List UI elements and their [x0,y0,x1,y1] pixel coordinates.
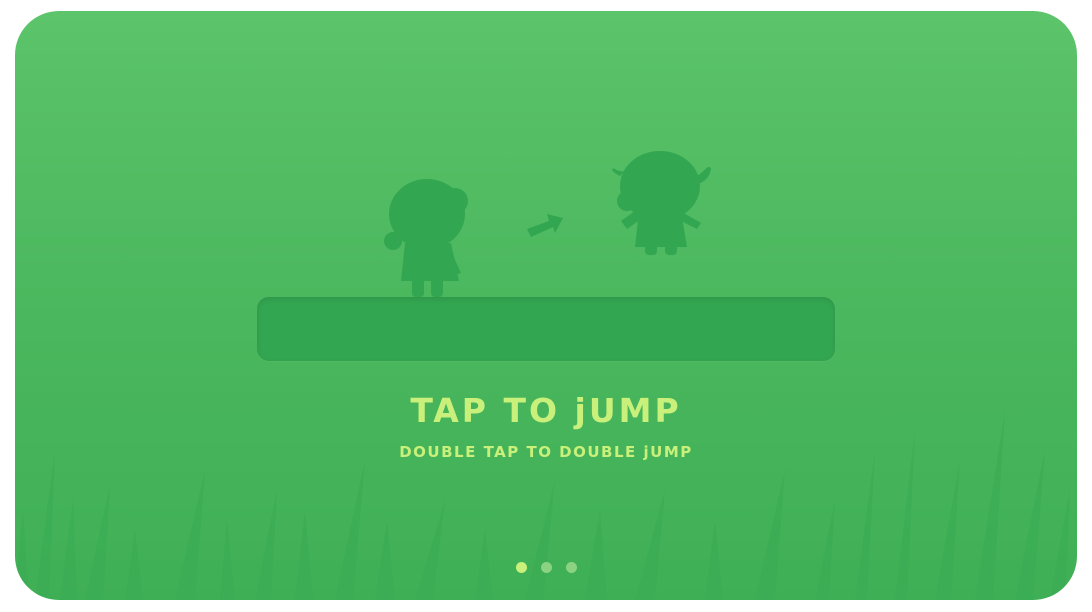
arrow-icon [527,214,563,237]
page-dot-3[interactable] [565,562,577,573]
page-dot-1[interactable] [515,562,527,573]
tutorial-subtitle: DOUBLE TAP TO DOUBLE jUMP [399,443,693,461]
tutorial-screen[interactable]: TAP TO jUMP DOUBLE TAP TO DOUBLE jUMP [15,11,1077,600]
character-jumping-icon [612,151,711,255]
page-dot-2[interactable] [540,562,552,573]
tutorial-title: TAP TO jUMP [410,391,682,430]
character-standing-icon [384,179,468,297]
platform [257,297,835,361]
page-indicator [15,562,1077,573]
